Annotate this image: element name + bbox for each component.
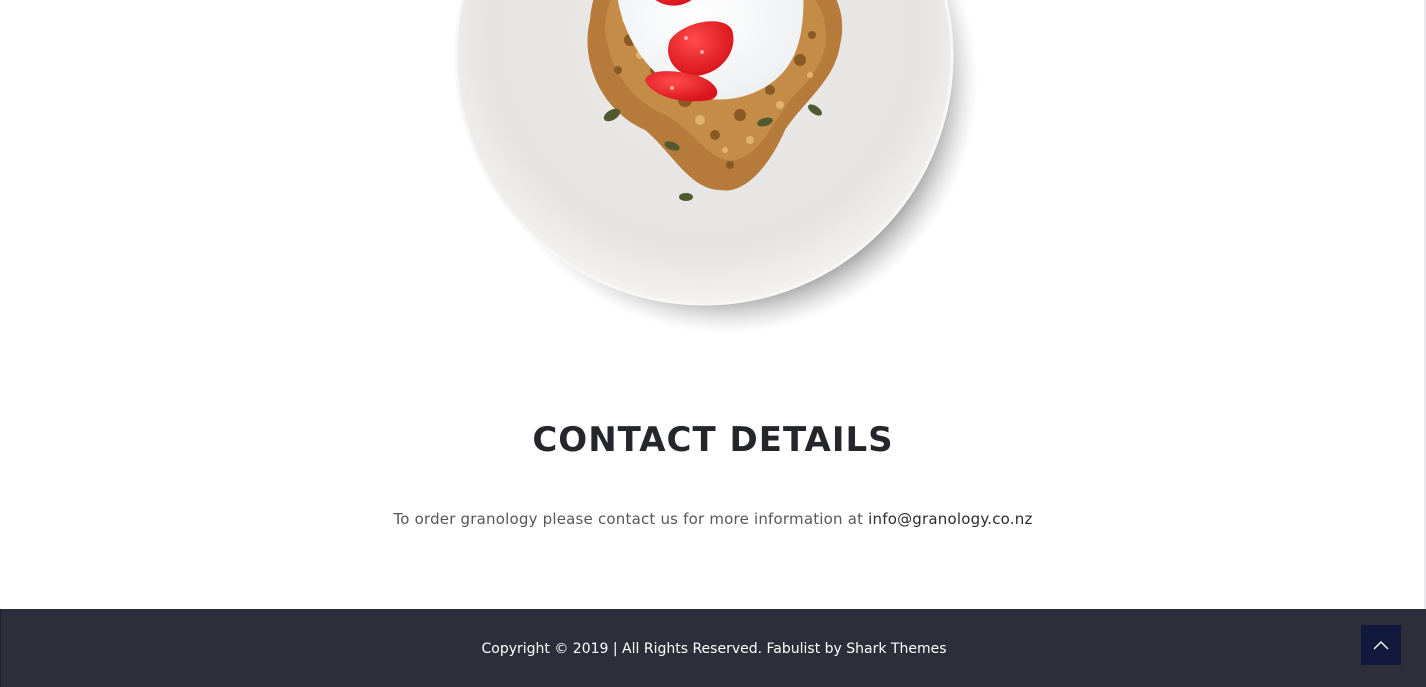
contact-email-link[interactable]: info@granology.co.nz <box>868 510 1032 528</box>
granola-plate-image <box>440 0 1000 350</box>
copyright-text: Copyright © 2019 | All Rights Reserved. … <box>481 641 947 657</box>
contact-section: CONTACT DETAILS To order granology pleas… <box>0 418 1426 530</box>
contact-text: To order granology please contact us for… <box>0 508 1426 530</box>
contact-description: To order granology please contact us for… <box>393 510 864 528</box>
back-to-top-button[interactable] <box>1361 625 1401 665</box>
contact-title: CONTACT DETAILS <box>532 420 894 460</box>
footer: Copyright © 2019 | All Rights Reserved. … <box>0 609 1426 687</box>
chevron-up-icon <box>1373 641 1389 650</box>
page: CONTACT DETAILS To order granology pleas… <box>0 0 1426 687</box>
